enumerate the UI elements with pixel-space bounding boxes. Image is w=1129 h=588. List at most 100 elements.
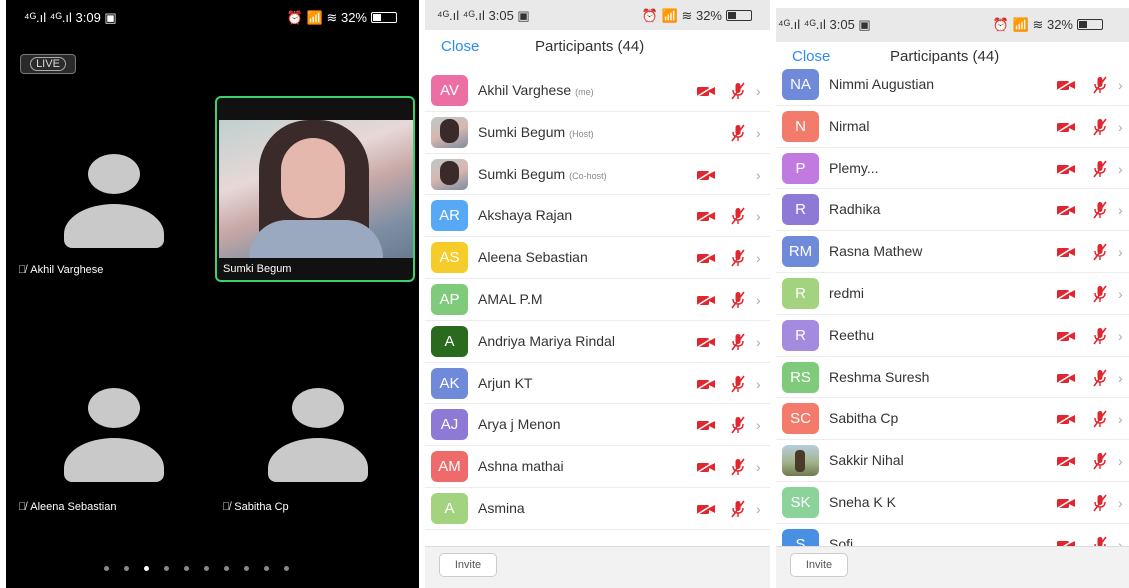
page-dot[interactable] [184,566,189,571]
video-off-icon [696,168,716,181]
chevron-right-icon[interactable]: › [756,125,761,141]
page-dot[interactable] [244,566,249,571]
participant-row[interactable]: A Asmina › [425,488,770,530]
chevron-right-icon[interactable]: › [1118,77,1123,93]
page-indicator[interactable] [104,566,324,574]
page-dot[interactable] [224,566,229,571]
video-off-icon [1056,162,1076,175]
participant-row[interactable]: SK Sneha K K › [776,482,1129,524]
participant-row[interactable]: P Plemy... › [776,148,1129,190]
invite-button[interactable]: Invite [439,553,497,577]
participant-name: Andriya Mariya Rindal [478,332,615,349]
participant-row[interactable]: AJ Arya j Menon › [425,404,770,447]
mic-muted-icon [1092,494,1108,512]
chevron-right-icon[interactable]: › [1118,453,1123,469]
video-off-icon [696,377,716,390]
participant-row[interactable]: AM Ashna mathai › [425,446,770,488]
participant-list[interactable]: NA Nimmi Augustian › N Nirmal › P Plemy... › R Rad… [776,64,1129,566]
chevron-right-icon[interactable]: › [1118,244,1123,260]
participant-row[interactable]: RM Rasna Mathew › [776,231,1129,273]
avatar-placeholder-aleena [64,388,164,506]
participant-name: Akhil Varghese (me) [478,82,594,98]
participant-row[interactable]: AP AMAL P.M › [425,279,770,321]
chevron-right-icon[interactable]: › [1118,161,1123,177]
page-dot[interactable] [264,566,269,571]
chevron-right-icon[interactable]: › [756,208,761,224]
participant-avatar: AM [431,451,468,483]
participant-row[interactable]: R Radhika › [776,189,1129,232]
participant-name: Akshaya Rajan [478,207,573,224]
page-dot[interactable] [144,566,149,571]
participant-row[interactable]: Sumki Begum (Co-host) › [425,154,770,196]
participant-row[interactable]: NA Nimmi Augustian › [776,64,1129,106]
participant-name: Asmina [478,499,525,516]
participant-row[interactable]: A Andriya Mariya Rindal › [425,321,770,363]
participants-title: Participants (44) [535,38,645,55]
chevron-right-icon[interactable]: › [1118,328,1123,344]
participant-role-tag: (Co-host) [569,170,607,181]
chevron-right-icon[interactable]: › [756,417,761,433]
participant-name: Reshma Suresh [829,368,930,385]
participant-row[interactable]: N Nirmal › [776,106,1129,148]
participant-row[interactable]: SC Sabitha Cp › [776,398,1129,441]
page-dot[interactable] [124,566,129,571]
page-dot[interactable] [284,566,289,571]
page-dot[interactable] [164,566,169,571]
participant-avatar: A [431,325,468,357]
participant-row[interactable]: AK Arjun KT › [425,363,770,405]
mic-muted-icon [1092,327,1108,345]
chevron-right-icon[interactable]: › [1118,370,1123,386]
status-bar: ⁴ᴳ.ıl ⁴ᴳ.ıl 3:05 ▣ ⏰ 📶 ≋ 32% [425,0,770,30]
chevron-right-icon[interactable]: › [756,167,761,183]
page-dot[interactable] [204,566,209,571]
invite-button[interactable]: Invite [790,553,848,577]
participant-avatar [431,158,468,190]
chevron-right-icon[interactable]: › [756,292,761,308]
close-button[interactable]: Close [441,38,479,55]
participant-row[interactable]: RS Reshma Suresh › [776,357,1129,399]
mic-muted-icon [730,291,746,309]
video-off-icon [1056,246,1076,258]
chevron-right-icon[interactable]: › [1118,119,1123,135]
chevron-right-icon[interactable]: › [1118,411,1123,427]
participant-avatar: AP [431,283,468,315]
chevron-right-icon[interactable]: › [1118,202,1123,218]
participant-avatar: N [782,110,819,142]
video-off-icon [696,210,716,223]
mic-muted-icon [730,249,746,267]
participant-name: Aleena Sebastian [478,249,588,266]
participant-list[interactable]: AV Akhil Varghese (me) › Sumki Begum (Host) › S… [425,70,770,530]
participant-row[interactable]: AR Akshaya Rajan › [425,195,770,238]
chevron-right-icon[interactable]: › [1118,286,1123,302]
live-badge[interactable]: LIVE [20,54,76,74]
chevron-right-icon[interactable]: › [756,250,761,266]
video-off-icon [696,461,716,473]
chevron-right-icon[interactable]: › [756,376,761,392]
participant-row[interactable]: AS Aleena Sebastian › [425,237,770,279]
video-off-icon [1056,413,1076,426]
mic-muted-icon [730,124,746,142]
participant-row[interactable]: AV Akhil Varghese (me) › [425,70,770,112]
participant-row[interactable]: Rredmi › [776,273,1129,315]
chevron-right-icon[interactable]: › [756,501,761,517]
active-speaker-tile[interactable]: Sumki Begum [215,96,415,282]
participant-row[interactable]: Sumki Begum (Host) › [425,112,770,154]
chevron-right-icon[interactable]: › [756,459,761,475]
avatar-placeholder-sabitha [268,388,368,506]
participant-name: Sakkir Nihal [829,452,904,469]
participant-row[interactable]: Sakkir Nihal › [776,440,1129,482]
chevron-right-icon[interactable]: › [756,334,761,350]
mic-muted-icon [1092,452,1108,470]
participant-name: Sumki Begum (Host) [478,123,594,140]
chevron-right-icon[interactable]: › [1118,495,1123,511]
participant-avatar: AV [431,75,468,106]
page-dot[interactable] [104,566,109,571]
chevron-right-icon[interactable]: › [756,83,761,99]
mic-muted-icon [1092,201,1108,219]
participant-name: Sabitha Cp [829,410,899,427]
participant-row[interactable]: R Reethu › [776,315,1129,357]
video-off-icon [696,252,716,264]
participant-name: Sneha K K [829,493,896,510]
close-button[interactable]: Close [792,48,830,65]
video-off-icon [1056,371,1076,384]
